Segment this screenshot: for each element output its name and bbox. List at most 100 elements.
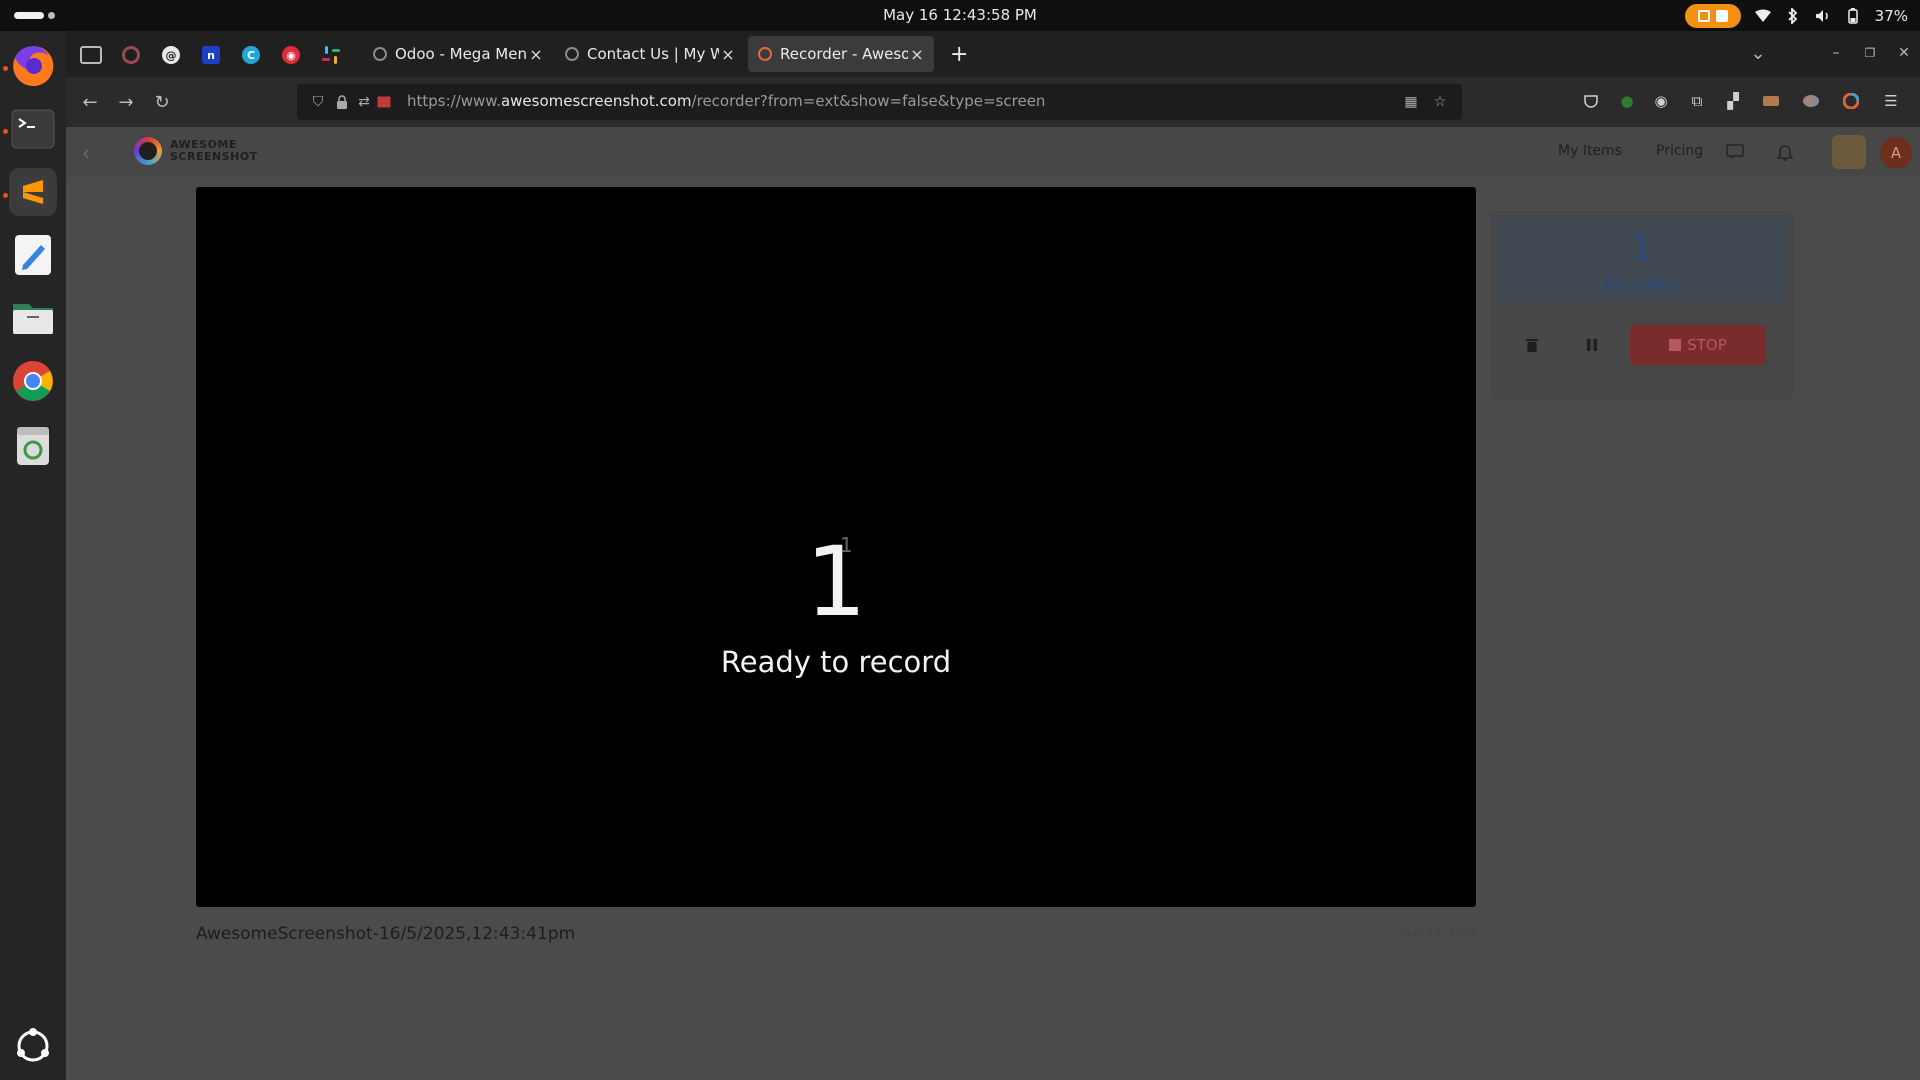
- pinned-tab-icon[interactable]: n: [202, 46, 220, 64]
- feedback-icon[interactable]: [1724, 141, 1746, 163]
- system-tray[interactable]: 37%: [1684, 4, 1908, 28]
- text-editor-icon[interactable]: [9, 231, 57, 279]
- menu-hamburger-icon[interactable]: ☰: [1880, 90, 1902, 112]
- tab-strip: @ n C ◉ Odoo - Mega Menu URL S × Contact…: [66, 31, 1920, 77]
- avatar[interactable]: A: [1880, 137, 1912, 169]
- system-top-bar: May 16 12:43:58 PM 37%: [0, 0, 1920, 31]
- extension-icon[interactable]: ●: [1616, 90, 1638, 112]
- reload-icon[interactable]: ↻: [150, 90, 174, 114]
- permissions-icon[interactable]: ⇄: [355, 93, 373, 111]
- files-icon[interactable]: [9, 294, 57, 342]
- tab-list-chevron-icon[interactable]: ⌄: [1746, 41, 1770, 65]
- odoo-icon: [373, 47, 387, 61]
- screencast-icon: [1697, 10, 1710, 22]
- recorder-page: ‹ AWESOME SCREENSHOT My Items Pricing A …: [66, 127, 1920, 1080]
- extension-icon[interactable]: [1760, 90, 1782, 112]
- tab-recorder[interactable]: Recorder - Awesome Scr ×: [748, 36, 934, 72]
- shield-icon[interactable]: ⛉: [309, 93, 327, 111]
- pinned-tab-icon[interactable]: @: [162, 46, 180, 64]
- battery-percentage: 37%: [1874, 7, 1908, 25]
- bell-icon[interactable]: [1774, 141, 1796, 163]
- url-text[interactable]: https://www.awesomescreenshot.com/record…: [407, 92, 1045, 110]
- recording-control-panel: 1 Recording STOP: [1490, 211, 1794, 399]
- pinned-tab-icon[interactable]: C: [242, 46, 260, 64]
- stop-icon: [1669, 339, 1682, 351]
- sublime-text-icon[interactable]: [9, 168, 57, 216]
- volume-icon: [1815, 8, 1831, 24]
- pocket-icon[interactable]: [1580, 90, 1602, 112]
- activities-button[interactable]: [14, 12, 55, 19]
- show-apps-icon[interactable]: [9, 1022, 57, 1070]
- pinned-tab-icon[interactable]: ◉: [282, 46, 300, 64]
- recording-filename[interactable]: AwesomeScreenshot-16/5/2025,12:43:41pm: [196, 924, 575, 944]
- url-domain: awesomescreenshot.com: [500, 92, 692, 110]
- bookmark-star-icon[interactable]: ☆: [1431, 93, 1449, 111]
- close-tab-icon[interactable]: ×: [527, 45, 545, 64]
- running-indicator: [3, 66, 8, 71]
- close-tab-icon[interactable]: ×: [719, 45, 737, 64]
- pricing-link[interactable]: Pricing: [1656, 143, 1703, 159]
- back-icon[interactable]: ←: [78, 90, 102, 114]
- tab-overview-icon[interactable]: [80, 46, 102, 64]
- clock-text[interactable]: May 16 12:43:58 PM: [883, 6, 1037, 24]
- workspace-indicator-active: [14, 12, 44, 19]
- trash-icon[interactable]: [9, 421, 57, 469]
- extension-icon[interactable]: [1800, 90, 1822, 112]
- recording-count-card: 1 Recording: [1496, 217, 1788, 302]
- logo-line-2: SCREENSHOT: [170, 150, 258, 163]
- url-prefix: https://www.: [407, 92, 501, 110]
- countdown-number: 1: [805, 526, 867, 638]
- chevron-left-icon[interactable]: ‹: [82, 141, 90, 165]
- tab-contact-us[interactable]: Contact Us | My Website ×: [555, 36, 745, 72]
- chrome-icon[interactable]: [9, 357, 57, 405]
- apps-grid-icon[interactable]: ▞: [1722, 90, 1744, 112]
- wifi-icon: [1754, 8, 1771, 24]
- qr-code-icon[interactable]: ▦: [1402, 93, 1420, 111]
- screen-share-icon[interactable]: [375, 93, 393, 111]
- tab-odoo[interactable]: Odoo - Mega Menu URL S ×: [363, 36, 553, 72]
- forward-icon[interactable]: →: [114, 90, 138, 114]
- recording-count: 1: [1630, 227, 1654, 268]
- pause-recording-button[interactable]: [1572, 325, 1612, 365]
- awesome-screenshot-extension-icon[interactable]: [1840, 90, 1862, 112]
- url-bar[interactable]: ⛉ ⇄ https://www.awesomescreenshot.com/re…: [297, 84, 1462, 120]
- ready-status-text: Ready to record: [720, 645, 952, 679]
- stop-icon: [1715, 10, 1728, 22]
- pinned-tab-icon[interactable]: [122, 46, 140, 64]
- maximize-icon[interactable]: ❐: [1858, 41, 1882, 65]
- url-path: /recorder?from=ext&show=false&type=scree…: [691, 92, 1046, 110]
- bluetooth-icon: [1785, 8, 1801, 24]
- workspace-indicator: [48, 12, 55, 19]
- screen-recording-indicator[interactable]: [1684, 4, 1741, 28]
- recording-preview-stage: 1 1 Ready to record: [196, 187, 1476, 907]
- tab-title: Contact Us | My Website: [587, 45, 719, 63]
- pause-icon: [1587, 339, 1597, 351]
- trash-icon: [1526, 339, 1538, 352]
- extensions-puzzle-icon[interactable]: ⧉: [1686, 90, 1708, 112]
- my-items-link[interactable]: My Items: [1558, 143, 1622, 159]
- account-icon[interactable]: ◉: [1650, 90, 1672, 112]
- stop-label: STOP: [1687, 336, 1727, 354]
- dock: [0, 31, 66, 1080]
- delete-recording-button[interactable]: [1512, 325, 1552, 365]
- lock-icon[interactable]: [333, 93, 351, 111]
- firefox-icon[interactable]: [9, 42, 57, 90]
- battery-icon: [1845, 8, 1861, 24]
- minimize-icon[interactable]: –: [1824, 41, 1848, 65]
- running-indicator: [3, 193, 8, 198]
- awesome-screenshot-icon: [758, 47, 772, 61]
- stop-recording-button[interactable]: STOP: [1630, 325, 1766, 365]
- new-tab-button[interactable]: +: [940, 36, 976, 72]
- recording-date: May 16, 2025: [1400, 927, 1476, 940]
- logo-wordmark: AWESOME SCREENSHOT: [170, 139, 258, 163]
- tab-title: Odoo - Mega Menu URL S: [395, 45, 527, 63]
- clock[interactable]: May 16 12:43:58 PM: [0, 6, 1920, 24]
- awesome-screenshot-logo[interactable]: AWESOME SCREENSHOT: [134, 137, 258, 165]
- terminal-icon[interactable]: [9, 105, 57, 153]
- running-indicator: [3, 129, 8, 134]
- close-window-icon[interactable]: ✕: [1892, 41, 1916, 65]
- recording-count-label: Recording: [1604, 275, 1680, 293]
- slack-icon[interactable]: [322, 46, 340, 64]
- upgrade-icon[interactable]: [1832, 135, 1866, 169]
- close-tab-icon[interactable]: ×: [908, 45, 926, 64]
